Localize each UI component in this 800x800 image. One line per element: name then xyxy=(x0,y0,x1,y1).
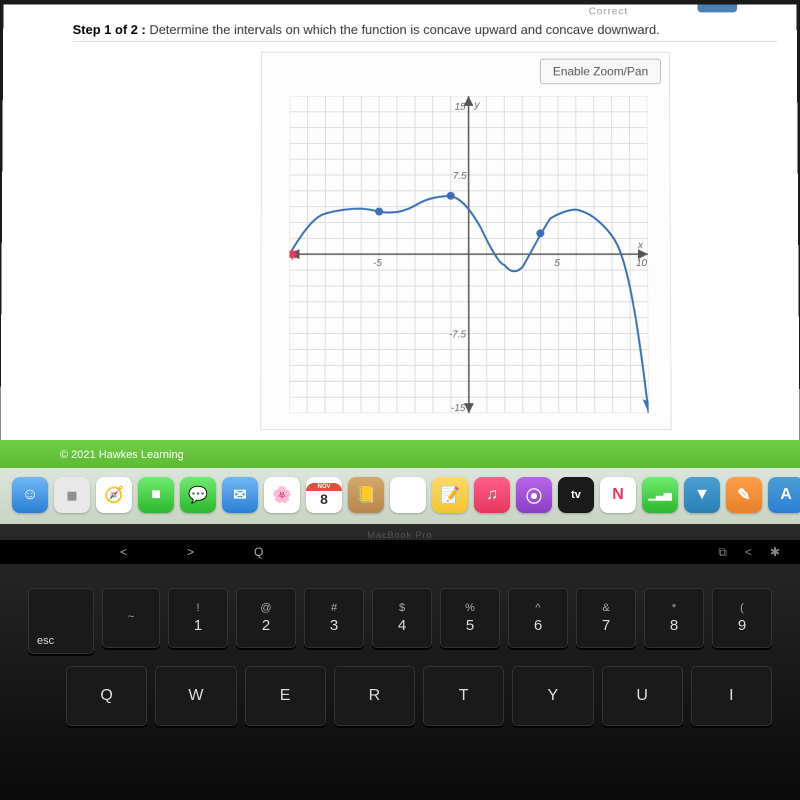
macbook-label: MacBook Pro xyxy=(0,530,800,540)
key-q[interactable]: Q xyxy=(66,666,147,726)
y-axis-label: y xyxy=(473,100,480,111)
keyboard: esc ~ !1 @2 #3 $4 %5 ^6 &7 *8 (9 Q W E R… xyxy=(0,582,800,800)
calendar-month: NOV xyxy=(306,483,342,491)
touchbar-back-icon[interactable]: < xyxy=(120,545,127,559)
key-row-1: esc ~ !1 @2 #3 $4 %5 ^6 &7 *8 (9 xyxy=(0,582,800,660)
notes-icon[interactable]: 📝 xyxy=(432,477,468,513)
finder-icon[interactable]: ☺ xyxy=(12,477,48,513)
copyright-text: © 2021 Hawkes Learning xyxy=(60,449,184,461)
function-plot[interactable]: y x 15 7.5 -7.5 -15 -5 5 10 xyxy=(289,96,648,413)
key-i[interactable]: I xyxy=(691,666,772,726)
key-y[interactable]: Y xyxy=(512,666,593,726)
mail-icon[interactable]: ✉ xyxy=(222,477,258,513)
numbers-icon[interactable]: ▁▃▅ xyxy=(642,477,678,513)
appletv-icon[interactable]: tv xyxy=(558,477,594,513)
page-footer: © 2021 Hawkes Learning xyxy=(0,440,800,470)
key-tab-edge xyxy=(28,666,58,724)
calendar-day: 8 xyxy=(320,491,328,507)
touchbar-brightness-icon[interactable]: ✱ xyxy=(770,545,780,559)
svg-text:7.5: 7.5 xyxy=(453,171,467,182)
svg-text:-5: -5 xyxy=(373,258,382,269)
touchbar-forward-icon[interactable]: > xyxy=(187,545,194,559)
touch-bar[interactable]: < > Q ⧉ < ✱ xyxy=(0,540,800,564)
safari-icon[interactable]: 🧭 xyxy=(96,477,132,513)
svg-text:-15: -15 xyxy=(451,403,466,413)
x-axis-label: x xyxy=(637,240,644,251)
podcasts-icon[interactable]: ⦿ xyxy=(516,477,552,513)
inflection-point-2 xyxy=(447,192,455,200)
key-7[interactable]: &7 xyxy=(576,588,636,648)
keynote-icon[interactable]: ▼ xyxy=(684,477,720,513)
inflection-point-1 xyxy=(375,208,383,216)
photos-icon[interactable]: 🌸 xyxy=(264,477,300,513)
key-1[interactable]: !1 xyxy=(168,588,228,648)
inflection-point-3 xyxy=(536,229,544,237)
question-body: Determine the intervals on which the fun… xyxy=(149,22,659,37)
webpage: Correct Step 1 of 2 : Determine the inte… xyxy=(0,5,800,495)
key-8[interactable]: *8 xyxy=(644,588,704,648)
step-label: Step 1 of 2 : xyxy=(73,22,146,37)
key-esc[interactable]: esc xyxy=(28,588,94,654)
key-4[interactable]: $4 xyxy=(372,588,432,648)
key-w[interactable]: W xyxy=(155,666,236,726)
news-icon[interactable]: N xyxy=(600,477,636,513)
svg-text:10: 10 xyxy=(636,258,648,269)
star-marker-icon: ✸ xyxy=(289,247,299,264)
key-6[interactable]: ^6 xyxy=(508,588,568,648)
pages-icon[interactable]: ✎ xyxy=(726,477,762,513)
key-tilde[interactable]: ~ xyxy=(102,588,160,648)
key-row-2: Q W E R T Y U I xyxy=(0,660,800,732)
messages-icon[interactable]: 💬 xyxy=(180,477,216,513)
touchbar-search-icon[interactable]: Q xyxy=(254,545,263,559)
laptop-screen: Correct Step 1 of 2 : Determine the inte… xyxy=(0,5,800,495)
header-tab[interactable] xyxy=(697,5,737,13)
music-icon[interactable]: ♫ xyxy=(474,477,510,513)
launchpad-icon[interactable]: ▦ xyxy=(54,477,90,513)
graph-panel: Enable Zoom/Pan xyxy=(260,52,672,430)
key-r[interactable]: R xyxy=(334,666,415,726)
touchbar-chevron-icon[interactable]: < xyxy=(745,545,752,559)
plot-svg: y x 15 7.5 -7.5 -15 -5 5 10 xyxy=(289,96,648,413)
facetime-icon[interactable]: ■ xyxy=(138,477,174,513)
key-e[interactable]: E xyxy=(245,666,326,726)
touchbar-window-icon[interactable]: ⧉ xyxy=(718,545,727,560)
svg-text:5: 5 xyxy=(554,258,560,269)
key-2[interactable]: @2 xyxy=(236,588,296,648)
svg-text:15: 15 xyxy=(455,102,467,113)
key-9[interactable]: (9 xyxy=(712,588,772,648)
question-text: Step 1 of 2 : Determine the intervals on… xyxy=(73,22,777,42)
enable-zoom-button[interactable]: Enable Zoom/Pan xyxy=(540,59,661,85)
key-u[interactable]: U xyxy=(602,666,683,726)
key-3[interactable]: #3 xyxy=(304,588,364,648)
appstore-icon[interactable]: A xyxy=(768,477,800,513)
status-correct: Correct xyxy=(589,7,629,18)
contacts-icon[interactable]: 📒 xyxy=(348,477,384,513)
reminders-icon[interactable] xyxy=(390,477,426,513)
key-5[interactable]: %5 xyxy=(440,588,500,648)
macos-dock: ☺ ▦ 🧭 ■ 💬 ✉ 🌸 NOV 8 📒 📝 ♫ ⦿ tv N ▁▃▅ ▼ ✎… xyxy=(6,472,794,518)
key-t[interactable]: T xyxy=(423,666,504,726)
svg-text:-7.5: -7.5 xyxy=(449,330,467,341)
calendar-icon[interactable]: NOV 8 xyxy=(306,477,342,513)
